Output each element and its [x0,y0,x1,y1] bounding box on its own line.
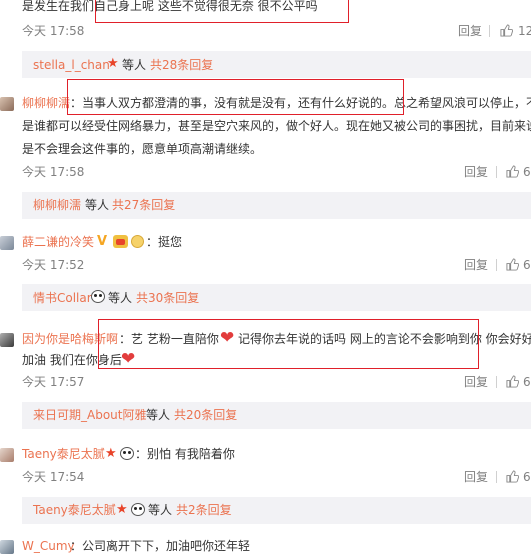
like-icon[interactable] [506,375,519,388]
avatar[interactable] [0,333,14,347]
crown-badge-icon [113,235,128,248]
separator [489,25,490,37]
comment-text: ：公司离开下下，加油吧你还年轻 [70,539,251,553]
comment-text: ：别怕 有我陪着你 [135,447,235,461]
separator [496,166,497,178]
like-count: 6 [523,165,531,179]
comment-time: 今天 17:58 [22,24,85,38]
comment-time: 今天 17:52 [22,258,85,272]
sub-reply-suffix: 等人 [148,503,173,517]
comment-time: 今天 17:57 [22,375,85,389]
reply-button[interactable]: 回复 [458,23,482,39]
sub-reply-user[interactable]: stella_l_chan [33,57,110,73]
highlight-box [95,0,349,23]
like-icon[interactable] [500,24,513,37]
sub-reply-count[interactable]: 共28条回复 [150,57,213,73]
comment-text-line2: 是谁都可以经受住网络暴力，甚至是空穴来风的，做个好人。现在她又被公司的事困扰，目… [22,119,531,133]
star-badge-icon: ★ [107,56,119,71]
reply-button[interactable]: 回复 [464,164,488,180]
sub-reply-count[interactable]: 共27条回复 [112,197,175,213]
avatar[interactable] [0,97,14,111]
separator [496,376,497,388]
like-count: 12 [518,24,531,38]
like-icon[interactable] [506,470,519,483]
star-badge-icon: ★ [116,502,128,517]
sub-reply-suffix: 等人 [108,291,133,305]
sub-reply-suffix: 等人 [146,408,171,422]
like-count: 6 [523,375,531,389]
sub-reply-count[interactable]: 共20条回复 [174,407,237,423]
highlight-box [98,319,479,369]
like-count: 6 [523,470,531,484]
sub-reply-user[interactable]: Taeny泰尼太腻 [33,502,116,518]
medal-icon [131,235,144,248]
comment-user[interactable]: W_Cumy [22,538,75,554]
star-badge-icon: ★ [105,446,117,461]
comment-user[interactable]: Taeny泰尼太腻 [22,446,105,462]
reply-button[interactable]: 回复 [464,469,488,485]
comment-user[interactable]: 薛二谦的冷笑 [22,234,94,250]
comment-time: 今天 17:54 [22,470,85,484]
sub-reply-count[interactable]: 共30条回复 [136,290,199,306]
avatar[interactable] [0,540,14,554]
sub-reply-suffix: 等人 [122,58,147,72]
comment-time: 今天 17:58 [22,165,85,179]
sub-reply-user[interactable]: 柳柳柳濡 [33,197,81,213]
sub-reply-count[interactable]: 共2条回复 [176,502,232,518]
reply-button[interactable]: 回复 [464,374,488,390]
like-count: 6 [523,258,531,272]
sub-reply-user[interactable]: 来日可期_About阿雅 [33,407,146,423]
sub-reply-user[interactable]: 情书Collar [33,290,92,306]
like-icon[interactable] [506,258,519,271]
comment-user[interactable]: 柳柳柳濡 [22,95,70,111]
panda-icon [131,503,145,516]
avatar[interactable] [0,448,14,462]
avatar[interactable] [0,236,14,250]
comment-text: ：挺您 [146,235,183,249]
panda-icon [91,290,105,303]
comment-text-line3: 是不会理会这件事的，愿意单项高潮请继续。 [22,142,263,156]
panda-icon [120,447,134,460]
separator [496,259,497,271]
separator [496,471,497,483]
reply-button[interactable]: 回复 [464,257,488,273]
like-icon[interactable] [506,165,519,178]
verified-v-icon: V [97,234,108,249]
sub-reply-suffix: 等人 [85,198,110,212]
highlight-box [67,79,404,115]
